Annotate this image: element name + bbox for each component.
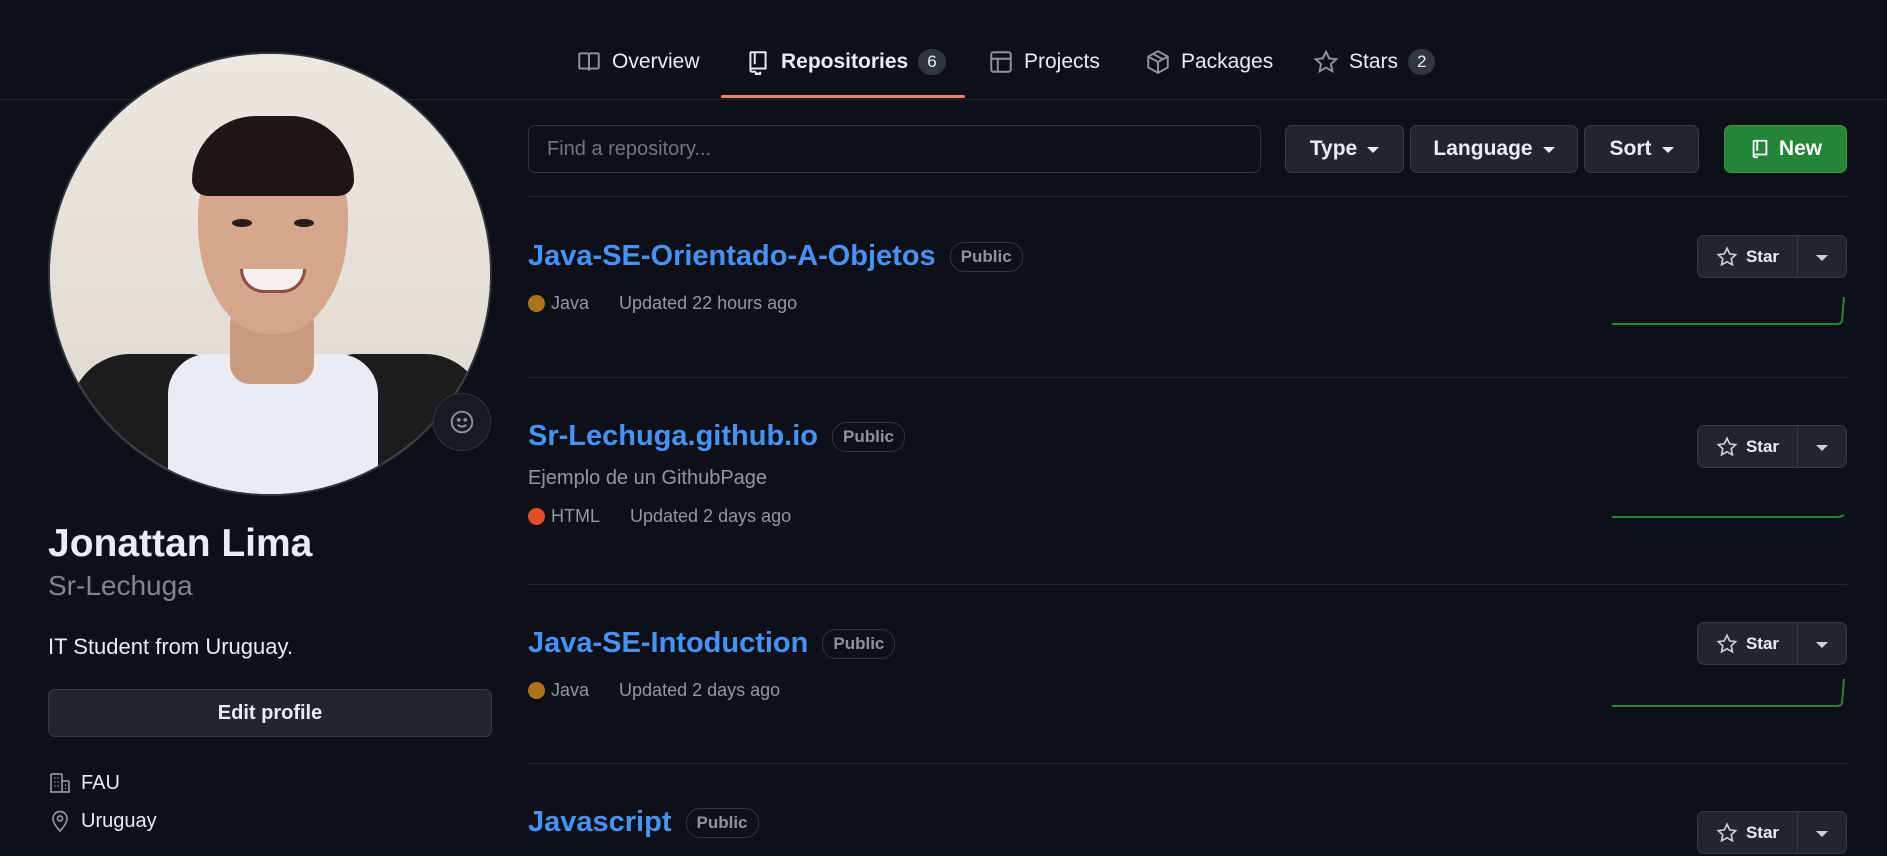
star-icon	[1716, 435, 1738, 456]
tab-overview[interactable]: Overview	[552, 36, 724, 88]
star-label: Star	[1745, 436, 1780, 456]
caret-down-icon	[1816, 830, 1828, 837]
avatar[interactable]	[48, 52, 492, 496]
tab-label: Stars	[1349, 50, 1399, 73]
repo-icon	[749, 51, 767, 75]
caret-down-icon	[1816, 641, 1828, 648]
caret-down-icon	[1367, 147, 1380, 153]
star-label: Star	[1745, 822, 1780, 842]
repo-name-link[interactable]: Sr-Lechuga.github.io	[528, 420, 818, 453]
location-icon	[52, 810, 68, 833]
profile-username: Sr-Lechuga	[48, 570, 193, 601]
tab-packages[interactable]: Packages	[1121, 36, 1297, 88]
divider	[528, 584, 1847, 585]
star-icon	[1716, 632, 1738, 653]
type-filter-label: Type	[1309, 137, 1358, 160]
star-button[interactable]: Star	[1697, 425, 1798, 468]
new-repo-button[interactable]: New	[1724, 125, 1847, 173]
tab-label: Packages	[1181, 50, 1274, 73]
repo-icon	[1752, 139, 1768, 159]
language-filter-button[interactable]: Language	[1410, 125, 1578, 173]
visibility-badge: Public	[822, 628, 896, 659]
repo-description: Ejemplo de un GithubPage	[528, 467, 768, 489]
tab-label: Projects	[1024, 50, 1100, 73]
repo-list-item: Sr-Lechuga.github.io Public Ejemplo de u…	[528, 420, 1847, 580]
language-color-dot	[528, 682, 545, 699]
repo-list-item: Java-SE-Intoduction Public Java Updated …	[528, 622, 1847, 757]
profile-company: FAU	[48, 771, 120, 795]
repo-updated: Updated 2 days ago	[630, 506, 792, 526]
repo-name-link[interactable]: Java-SE-Intoduction	[528, 627, 808, 660]
star-list-dropdown[interactable]	[1798, 235, 1847, 278]
stars-count-badge: 2	[1408, 49, 1436, 75]
profile-location: Uruguay	[48, 809, 157, 833]
repo-language: Java	[551, 680, 590, 700]
tab-label: Overview	[612, 50, 700, 73]
sort-label: Sort	[1609, 137, 1652, 160]
new-label: New	[1778, 137, 1823, 160]
language-color-dot	[528, 508, 545, 525]
repo-list-item: Javascript Public Star	[528, 806, 1847, 856]
sort-button[interactable]: Sort	[1584, 125, 1699, 173]
location-label: Uruguay	[81, 809, 157, 832]
repo-count-badge: 6	[918, 49, 946, 75]
language-color-dot	[528, 295, 545, 312]
star-button[interactable]: Star	[1697, 811, 1798, 854]
active-tab-indicator	[721, 95, 965, 98]
star-icon	[1716, 245, 1738, 266]
language-filter-label: Language	[1433, 137, 1533, 160]
caret-down-icon	[1661, 147, 1674, 153]
edit-profile-button[interactable]: Edit profile	[48, 689, 492, 737]
repo-search-input[interactable]	[528, 125, 1261, 173]
package-icon	[1147, 50, 1169, 74]
smiley-icon	[450, 410, 474, 434]
repo-name-link[interactable]: Java-SE-Orientado-A-Objetos	[528, 240, 936, 273]
profile-bio: IT Student from Uruguay.	[48, 634, 293, 659]
star-list-dropdown[interactable]	[1798, 622, 1847, 665]
organization-icon	[50, 773, 70, 793]
type-filter-button[interactable]: Type	[1285, 125, 1404, 173]
tab-label: Repositories	[781, 50, 909, 73]
activity-sparkline	[1612, 296, 1845, 325]
star-list-dropdown[interactable]	[1798, 425, 1847, 468]
visibility-badge: Public	[832, 421, 906, 452]
divider	[528, 196, 1847, 197]
repo-updated: Updated 22 hours ago	[619, 293, 798, 313]
star-label: Star	[1745, 246, 1780, 266]
caret-down-icon	[1816, 254, 1828, 261]
activity-sparkline	[1612, 514, 1845, 518]
star-label: Star	[1745, 633, 1780, 653]
activity-sparkline	[1612, 678, 1845, 707]
star-icon	[1716, 821, 1738, 842]
repo-name-link[interactable]: Javascript	[528, 806, 672, 839]
star-button[interactable]: Star	[1697, 235, 1798, 278]
caret-down-icon	[1542, 147, 1555, 153]
book-icon	[578, 52, 600, 71]
profile-full-name: Jonattan Lima	[48, 522, 313, 565]
tab-stars[interactable]: Stars 2	[1289, 36, 1459, 88]
set-status-button[interactable]	[433, 393, 491, 451]
caret-down-icon	[1816, 444, 1828, 451]
tab-projects[interactable]: Projects	[964, 36, 1124, 88]
divider	[528, 377, 1847, 378]
visibility-badge: Public	[685, 807, 759, 838]
company-label: FAU	[81, 771, 120, 794]
table-icon	[990, 51, 1012, 73]
divider	[528, 763, 1847, 764]
star-list-dropdown[interactable]	[1798, 811, 1847, 854]
repo-language: HTML	[551, 506, 600, 526]
visibility-badge: Public	[949, 241, 1023, 272]
repo-list-item: Java-SE-Orientado-A-Objetos Public Java …	[528, 235, 1847, 370]
repo-updated: Updated 2 days ago	[619, 680, 781, 700]
repo-language: Java	[551, 293, 590, 313]
star-icon	[1313, 49, 1339, 74]
tab-repositories[interactable]: Repositories 6	[721, 36, 970, 88]
star-button[interactable]: Star	[1697, 622, 1798, 665]
